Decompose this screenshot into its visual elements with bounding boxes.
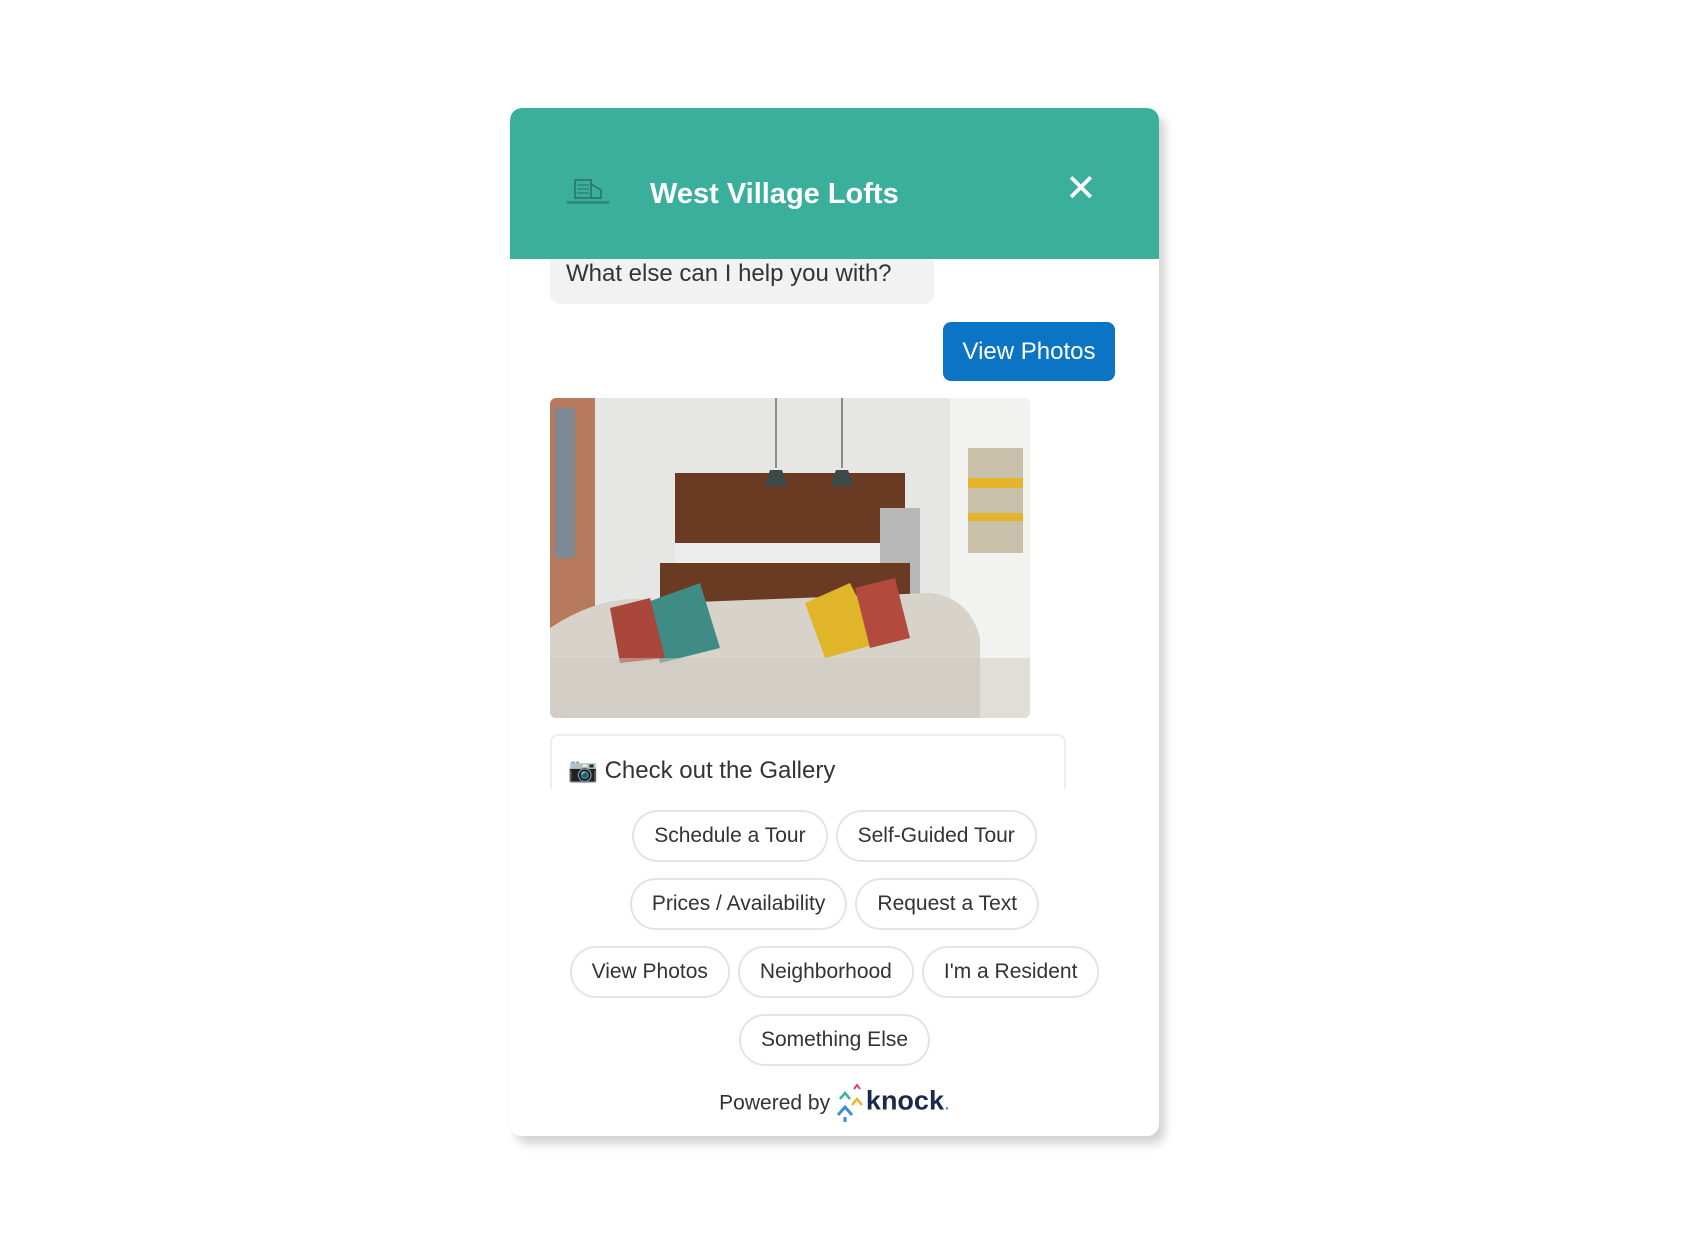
quick-reply-self-guided-tour[interactable]: Self-Guided Tour bbox=[835, 810, 1037, 862]
quick-reply-view-photos[interactable]: View Photos bbox=[569, 946, 730, 998]
chat-title: West Village Lofts bbox=[650, 178, 899, 210]
property-logo bbox=[567, 179, 609, 204]
quick-reply-request-text[interactable]: Request a Text bbox=[855, 878, 1040, 930]
knock-brand-dot: . bbox=[943, 1091, 950, 1115]
camera-icon: 📷 bbox=[568, 757, 598, 784]
quick-reply-something-else[interactable]: Something Else bbox=[738, 1014, 931, 1066]
quick-reply-resident[interactable]: I'm a Resident bbox=[921, 946, 1100, 998]
close-icon[interactable]: ✕ bbox=[1065, 170, 1097, 208]
gallery-photo[interactable] bbox=[550, 398, 1030, 718]
chat-header: West Village Lofts ✕ bbox=[510, 108, 1159, 259]
user-message-view-photos: View Photos bbox=[943, 322, 1115, 381]
knock-logo-icon bbox=[836, 1083, 863, 1122]
powered-by-label: Powered by bbox=[719, 1091, 831, 1115]
knock-brand: knock bbox=[865, 1085, 944, 1116]
gallery-link[interactable]: 📷 Check out the Gallery bbox=[550, 734, 1066, 789]
bot-message: What else can I help you with? bbox=[550, 259, 934, 304]
quick-reply-prices-availability[interactable]: Prices / Availability bbox=[629, 878, 848, 930]
kitchen-photo-image bbox=[550, 398, 1030, 718]
quick-reply-neighborhood[interactable]: Neighborhood bbox=[737, 946, 914, 998]
powered-by[interactable]: Powered by knock. bbox=[510, 1083, 1159, 1125]
gallery-link-label: Check out the Gallery bbox=[604, 757, 836, 784]
quick-reply-schedule-tour[interactable]: Schedule a Tour bbox=[632, 810, 828, 862]
quick-replies: Schedule a Tour Self-Guided Tour Prices … bbox=[510, 810, 1159, 1066]
chat-widget: West Village Lofts ✕ What else can I hel… bbox=[510, 108, 1159, 1136]
